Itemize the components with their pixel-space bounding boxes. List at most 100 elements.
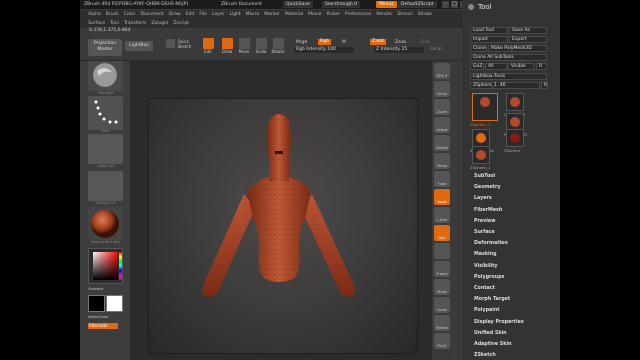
menu-brush[interactable]: Brush: [106, 12, 119, 17]
shelf-button-zoom[interactable]: Zoom: [434, 99, 450, 115]
rgb-intensity-slider[interactable]: Rgb Intensity 100: [294, 47, 354, 53]
z-intensity-slider[interactable]: Z Intensity 25: [374, 47, 424, 53]
edit-button[interactable]: Edit: [201, 38, 215, 56]
menu-preferences[interactable]: Preferences: [345, 12, 371, 17]
tool-thumb-simplebrush[interactable]: [472, 129, 490, 147]
subpalette-fibermesh[interactable]: FiberMesh: [474, 206, 546, 215]
zcut-toggle[interactable]: Zcut: [420, 40, 430, 45]
current-tool-r-button[interactable]: R: [541, 82, 548, 89]
maximize-icon[interactable]: □: [451, 1, 458, 8]
alpha-selector[interactable]: [88, 134, 123, 164]
projection-master-button[interactable]: Projection Master: [88, 39, 122, 56]
scale-button[interactable]: Scale: [254, 38, 268, 56]
zadd-toggle[interactable]: Zadd: [370, 39, 386, 45]
subpalette-visibility[interactable]: Visibility: [474, 262, 546, 271]
menu-file[interactable]: File: [199, 12, 207, 17]
shelf-button-floor[interactable]: Floor: [434, 171, 450, 187]
menu-render[interactable]: Render: [376, 12, 392, 17]
shelf-button-rotate[interactable]: Rotate: [434, 315, 450, 331]
shelf-button-move[interactable]: Move: [434, 279, 450, 295]
subpalette-layers[interactable]: Layers: [474, 194, 546, 203]
texture-selector[interactable]: [88, 171, 123, 201]
menu-transform[interactable]: Transform: [124, 21, 146, 26]
menu-document[interactable]: Document: [141, 12, 164, 17]
see-through-slider[interactable]: See-through 0: [322, 1, 360, 8]
zsub-toggle[interactable]: Zsub: [395, 40, 406, 45]
subpalette-polypaint[interactable]: Polypaint: [474, 306, 546, 315]
goz-visible-button[interactable]: Visible: [508, 63, 534, 70]
main-color-swatch[interactable]: [88, 295, 105, 312]
subpalette-contact[interactable]: Contact: [474, 284, 546, 293]
alternate-button[interactable]: Alternate: [88, 323, 118, 329]
shelf-button-spix-3[interactable]: SPix 3: [434, 63, 450, 79]
quicksave-button[interactable]: QuickSave: [283, 1, 313, 8]
current-tool-slider[interactable]: ZSphere_1. 46: [470, 82, 540, 89]
draw-button[interactable]: Draw: [220, 38, 234, 56]
export-button[interactable]: Export: [509, 36, 547, 43]
menu-draw[interactable]: Draw: [169, 12, 181, 17]
color-square[interactable]: [93, 252, 118, 280]
shelf-button-xyz[interactable]: Xyz: [434, 225, 450, 241]
menu-material[interactable]: Material: [285, 12, 303, 17]
shelf-button-scale[interactable]: Scale: [434, 297, 450, 313]
secondary-color-swatch[interactable]: [106, 295, 123, 312]
menu-zscript[interactable]: Zscript: [173, 21, 189, 26]
hue-strip[interactable]: [119, 252, 122, 280]
subpalette-unified-skin[interactable]: Unified Skin: [474, 329, 546, 338]
tool-thumb-zsphere[interactable]: [506, 129, 524, 147]
menu-stroke[interactable]: Stroke: [418, 12, 432, 17]
menu-edit[interactable]: Edit: [186, 12, 195, 17]
stroke-selector[interactable]: [88, 96, 123, 130]
lightbox-button[interactable]: LightBox: [125, 41, 153, 51]
shelf-button-polyf[interactable]: PolyF: [434, 333, 450, 349]
color-picker[interactable]: [88, 248, 123, 284]
tool-thumb-zsphere-1[interactable]: [472, 146, 490, 164]
shelf-button-l-sym[interactable]: L.Sym: [434, 207, 450, 223]
menus-button[interactable]: Menus: [376, 1, 397, 8]
quick-sketch-button[interactable]: Quick Sketch: [166, 39, 194, 57]
menu-zplugin[interactable]: Zplugin: [151, 21, 168, 26]
menu-marker[interactable]: Marker: [264, 12, 280, 17]
import-button[interactable]: Import: [470, 36, 508, 43]
gradient-label[interactable]: Gradient: [88, 287, 123, 291]
shelf-button-frame[interactable]: Frame: [434, 261, 450, 277]
menu-color[interactable]: Color: [124, 12, 136, 17]
menu-surface[interactable]: Surface: [88, 21, 105, 26]
shelf-button-scroll[interactable]: Scroll: [434, 81, 450, 97]
shelf-button-actual[interactable]: Actual: [434, 117, 450, 133]
menu-tool[interactable]: Tool: [110, 21, 119, 26]
subpalette-preview[interactable]: Preview: [474, 217, 546, 226]
shelf-button-persp[interactable]: Persp: [434, 153, 450, 169]
menu-macro[interactable]: Macro: [246, 12, 260, 17]
menu-stencil[interactable]: Stencil: [397, 12, 412, 17]
move-button[interactable]: Move: [237, 38, 251, 56]
shelf-button-blank-10[interactable]: [434, 243, 450, 259]
shelf-button-aahalf[interactable]: AAHalf: [434, 135, 450, 151]
mrgb-toggle[interactable]: Mrgb: [296, 40, 307, 45]
subpalette-surface[interactable]: Surface: [474, 228, 546, 237]
rotate-button[interactable]: Rotate: [271, 38, 285, 56]
make-polymesh-button[interactable]: Make PolyMesh3D: [488, 45, 547, 52]
minimize-icon[interactable]: –: [442, 1, 449, 8]
shelf-button-local[interactable]: Local: [434, 189, 450, 205]
material-selector[interactable]: [88, 207, 123, 240]
switch-color-label[interactable]: SwitchColor: [88, 315, 123, 319]
load-tool-button[interactable]: Load Tool: [470, 27, 508, 34]
menu-picker[interactable]: Picker: [326, 12, 339, 17]
goz-r-button[interactable]: R: [536, 63, 547, 70]
menu-alpha[interactable]: Alpha: [88, 12, 101, 17]
clone-button[interactable]: Clone: [470, 45, 487, 52]
menu-layer[interactable]: Layer: [212, 12, 225, 17]
m-toggle[interactable]: M: [342, 40, 346, 45]
subpalette-adaptive-skin[interactable]: Adaptive Skin: [474, 340, 546, 349]
focal-shift-label[interactable]: Focal: [430, 47, 442, 52]
subpalette-polygroups[interactable]: Polygroups: [474, 273, 546, 282]
subpalette-geometry[interactable]: Geometry: [474, 183, 546, 192]
subpalette-morph-target[interactable]: Morph Target: [474, 295, 546, 304]
brush-selector[interactable]: [88, 61, 123, 91]
subpalette-masking[interactable]: Masking: [474, 250, 546, 259]
subpalette-deformation[interactable]: Deformation: [474, 239, 546, 248]
subpalette-zsketch[interactable]: ZSketch: [474, 351, 546, 360]
save-as-button[interactable]: Save As: [509, 27, 547, 34]
tool-thumb-zsphere-1[interactable]: [472, 93, 498, 121]
